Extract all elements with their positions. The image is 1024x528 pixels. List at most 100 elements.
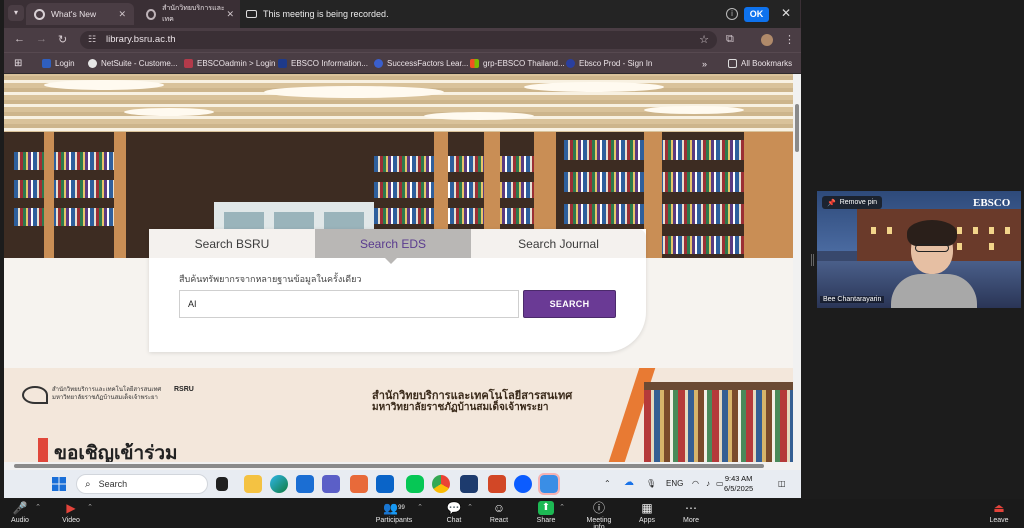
chevron-up-icon[interactable]: ⌃: [417, 503, 423, 511]
remove-pin-button[interactable]: 📌 Remove pin: [822, 196, 883, 209]
react-button[interactable]: ☺ React: [488, 501, 510, 524]
reload-icon[interactable]: ↻: [58, 33, 67, 46]
store-icon[interactable]: [296, 475, 314, 493]
chrome-icon: [34, 8, 45, 20]
bookmark-successfactors[interactable]: SuccessFactors Lear...: [374, 57, 468, 70]
tab-search-journal[interactable]: Search Journal: [471, 229, 646, 258]
edge-icon[interactable]: [270, 475, 288, 493]
audio-button[interactable]: 🎤 Audio ⌃: [8, 501, 41, 524]
event-banner[interactable]: สำนักวิทยบริการและเทคโนโลยีสารสนเทศ มหาว…: [4, 368, 793, 462]
info-icon[interactable]: i: [726, 8, 738, 20]
microphone-icon[interactable]: 🎙: [646, 479, 656, 488]
address-bar[interactable]: ☷ library.bsru.ac.th ☆: [80, 31, 717, 49]
chevron-right-icon[interactable]: »: [702, 57, 707, 70]
recording-notice: This meeting is being recorded. i OK ✕: [240, 0, 800, 28]
notification-icon[interactable]: ◫: [778, 479, 786, 488]
close-icon[interactable]: ✕: [781, 6, 791, 20]
bookmark-login[interactable]: Login: [42, 57, 75, 70]
bookmark-favicon: [88, 59, 97, 68]
scrollbar-thumb[interactable]: [795, 104, 799, 152]
search-button[interactable]: SEARCH: [523, 290, 616, 318]
teams-icon[interactable]: [322, 475, 340, 493]
share-button[interactable]: ⬆ Share ⌃: [536, 501, 565, 524]
library-page: Search BSRU Search EDS Search Journal สื…: [4, 74, 793, 462]
bookmark-ebsco-prod[interactable]: Ebsco Prod - Sign In: [566, 57, 652, 70]
video-button[interactable]: ▶ Video ⌃: [58, 501, 93, 524]
tab-search-bsru[interactable]: Search BSRU: [149, 229, 315, 258]
tab-search-dropdown[interactable]: ▾: [8, 5, 24, 21]
windows-taskbar: ⌕ Search ⌃ ☁ 🎙 ENG ◠ ♪ ▭ 9:43 AM 6/5/202…: [4, 470, 801, 498]
more-button[interactable]: ⋯ More: [682, 501, 700, 524]
clock-time: 9:43 AM: [724, 474, 753, 483]
bookmark-ebscoadmin[interactable]: EBSCOadmin > Login: [184, 57, 276, 70]
zoom-icon[interactable]: [514, 475, 532, 493]
webex-icon[interactable]: [460, 475, 478, 493]
onedrive-icon[interactable]: ☁: [624, 477, 634, 488]
panel-resize-handle[interactable]: [811, 254, 814, 266]
site-info-icon[interactable]: ☷: [88, 34, 96, 45]
vertical-scrollbar[interactable]: [793, 74, 801, 462]
tab-search-eds[interactable]: Search EDS: [315, 229, 471, 264]
search-input[interactable]: AI: [179, 290, 519, 318]
volume-icon[interactable]: ♪: [706, 479, 710, 488]
language-indicator[interactable]: ENG: [666, 479, 683, 488]
meeting-info-button[interactable]: ⓘ Meeting info: [580, 501, 618, 528]
ok-button[interactable]: OK: [744, 7, 769, 22]
headline-marker: [38, 438, 48, 462]
chevron-up-icon[interactable]: ⌃: [467, 503, 473, 511]
chrome-icon[interactable]: [432, 475, 450, 493]
menu-icon[interactable]: ⋮: [784, 33, 795, 46]
system-clock[interactable]: 9:43 AM 6/5/2025: [724, 474, 753, 494]
chat-button[interactable]: 💬 Chat ⌃: [444, 501, 473, 524]
wifi-icon[interactable]: ◠: [692, 479, 699, 488]
person-body: [891, 274, 977, 308]
line-icon[interactable]: [406, 475, 424, 493]
audio-label: Audio: [11, 517, 29, 524]
office-icon[interactable]: [350, 475, 368, 493]
browser-window: ▾ What's New ✕ สำนักวิทยบริการและเทค ✕ ←…: [4, 0, 801, 470]
chevron-up-icon[interactable]: ⌃: [559, 503, 565, 511]
bookmark-label: EBSCOadmin > Login: [197, 59, 276, 68]
participants-button[interactable]: 👥99 Participants ⌃: [374, 501, 423, 524]
rsru-logo-text: RSRU: [174, 386, 194, 393]
leave-button[interactable]: ⏏ Leave: [989, 501, 1009, 524]
powerpoint-icon[interactable]: [488, 475, 506, 493]
close-icon[interactable]: ✕: [118, 9, 126, 20]
taskbar-search[interactable]: ⌕ Search: [76, 474, 208, 494]
outlook-icon[interactable]: [376, 475, 394, 493]
chevron-up-icon[interactable]: ⌃: [35, 503, 41, 511]
apps-grid-icon[interactable]: ⊞: [14, 57, 22, 70]
horizontal-scrollbar[interactable]: [4, 462, 801, 470]
task-view-icon[interactable]: [216, 477, 228, 491]
tab-bsru-library[interactable]: สำนักวิทยบริการและเทค ✕: [138, 3, 242, 25]
chat-icon: 💬: [446, 501, 462, 515]
forward-icon[interactable]: →: [36, 33, 47, 45]
bookmark-favicon: [184, 59, 193, 68]
battery-icon[interactable]: ▭: [716, 479, 724, 488]
bookmark-grp-ebsco-thailand[interactable]: grp-EBSCO Thailand...: [470, 57, 565, 70]
avatar[interactable]: [761, 34, 773, 46]
search-label: สืบค้นทรัพยากรจากหลายฐานข้อมูลในครั้งเดี…: [179, 274, 362, 284]
back-icon[interactable]: ←: [14, 33, 25, 45]
browser-toolbar: ← → ↻ ☷ library.bsru.ac.th ☆ ⧉ ⋮: [4, 28, 801, 52]
tab-whats-new[interactable]: What's New ✕: [26, 3, 134, 25]
apps-button[interactable]: ▦ Apps: [638, 501, 656, 524]
chevron-up-icon[interactable]: ⌃: [87, 503, 93, 511]
participant-video[interactable]: EBSCO 📌 Remove pin Bee Chantarayarin: [817, 191, 1021, 308]
search-panel: Search BSRU Search EDS Search Journal สื…: [149, 229, 646, 352]
all-bookmarks[interactable]: All Bookmarks: [728, 57, 792, 70]
all-bookmarks-label: All Bookmarks: [741, 59, 793, 68]
bookmark-ebsco-information[interactable]: EBSCO Information...: [278, 57, 368, 70]
file-explorer-icon[interactable]: [244, 475, 262, 493]
close-icon[interactable]: ✕: [226, 9, 234, 20]
recording-message: This meeting is being recorded.: [263, 9, 389, 19]
extensions-icon[interactable]: ⧉: [726, 33, 734, 46]
bookmark-star-icon[interactable]: ☆: [699, 33, 709, 46]
snipping-tool-icon[interactable]: [538, 473, 560, 495]
chevron-up-icon[interactable]: ⌃: [604, 479, 611, 488]
bookmark-netsuite[interactable]: NetSuite - Custome...: [88, 57, 177, 70]
info-icon: ⓘ: [592, 501, 605, 515]
react-label: React: [489, 517, 509, 524]
windows-start-icon[interactable]: [52, 477, 66, 491]
scrollbar-thumb[interactable]: [14, 464, 764, 468]
